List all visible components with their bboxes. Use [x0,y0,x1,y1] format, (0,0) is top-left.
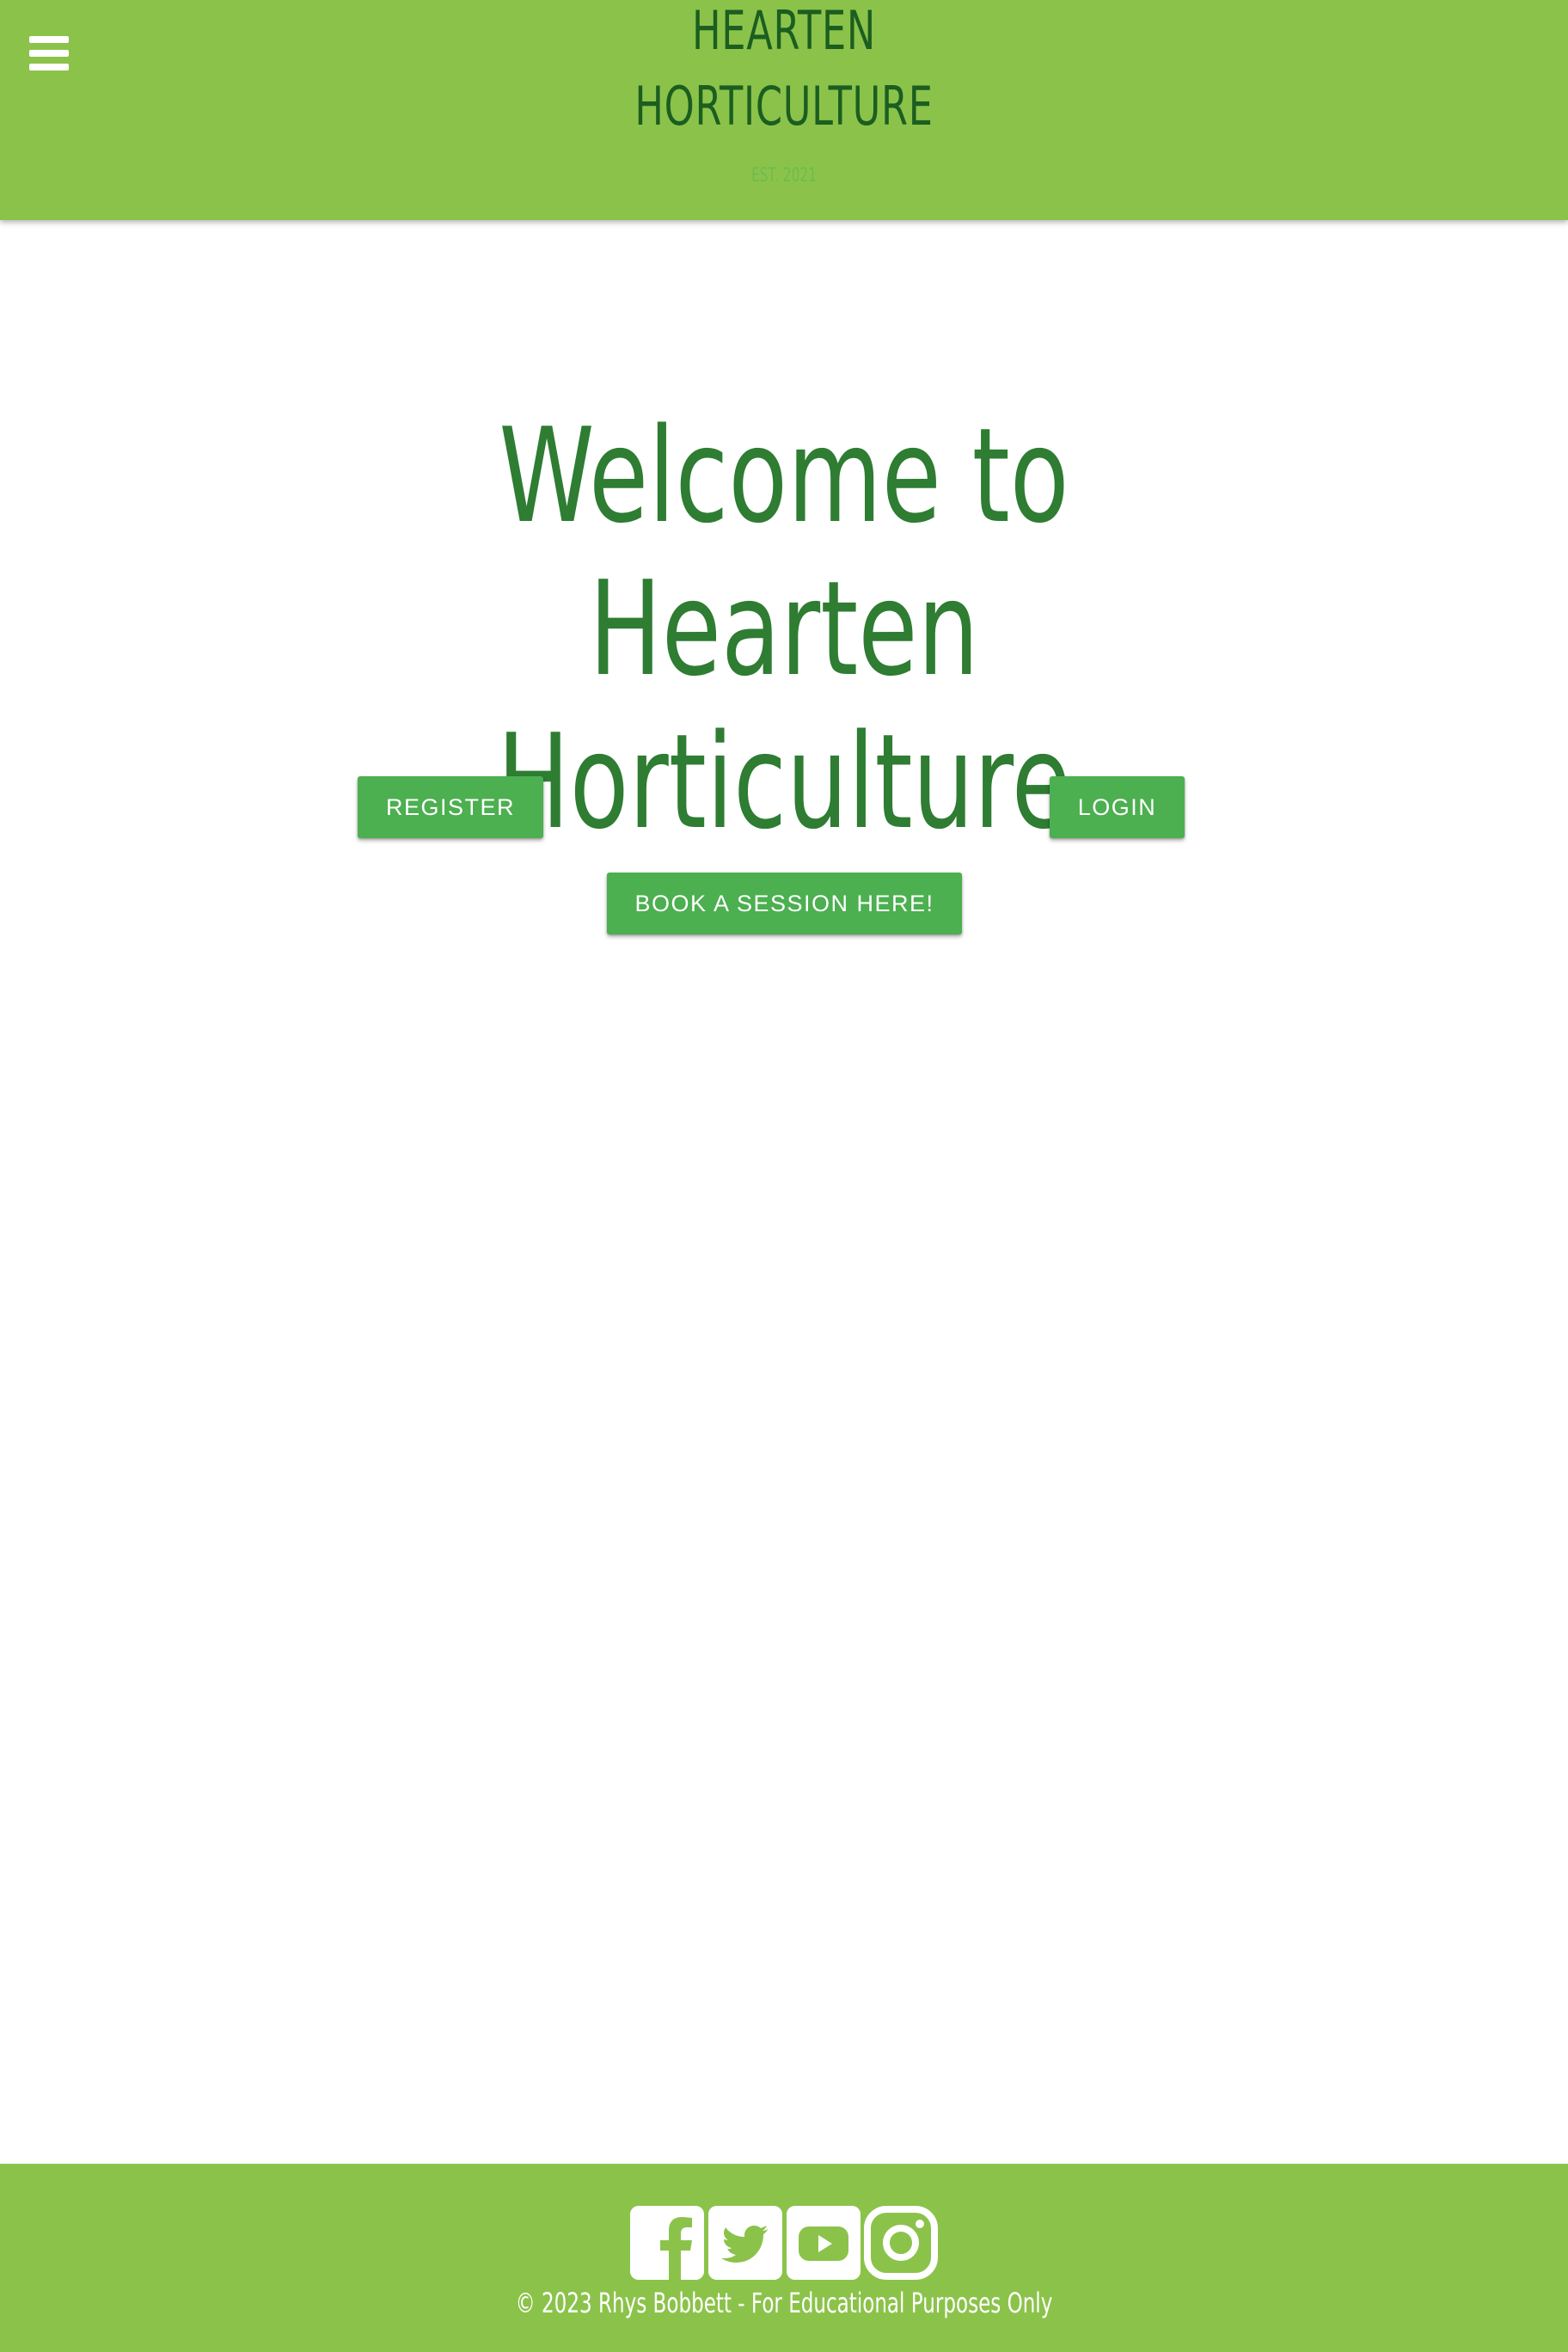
brand-line-1: HEARTEN [692,0,876,62]
hamburger-menu-icon[interactable] [29,36,69,70]
page: HEARTEN HORTICULTURE EST. 2021 Welcome t… [0,0,1568,2352]
register-button[interactable]: REGISTER [358,776,543,838]
instagram-icon[interactable] [864,2206,938,2280]
facebook-icon[interactable] [630,2206,704,2280]
established-label: EST. 2021 [750,165,818,187]
youtube-icon[interactable] [787,2206,861,2280]
login-button[interactable]: LOGIN [1050,776,1185,838]
book-session-button[interactable]: BOOK A SESSION HERE! [607,873,962,934]
site-header: HEARTEN HORTICULTURE EST. 2021 [0,0,1568,220]
site-brand[interactable]: HEARTEN HORTICULTURE [219,0,1348,144]
copyright-text: © 2023 Rhys Bobbett - For Educational Pu… [515,2287,1053,2319]
brand-line-2: HORTICULTURE [634,75,934,138]
twitter-icon[interactable] [708,2206,782,2280]
welcome-heading-line-1: Welcome to Hearten [499,400,1069,705]
site-footer [0,2164,1568,2352]
